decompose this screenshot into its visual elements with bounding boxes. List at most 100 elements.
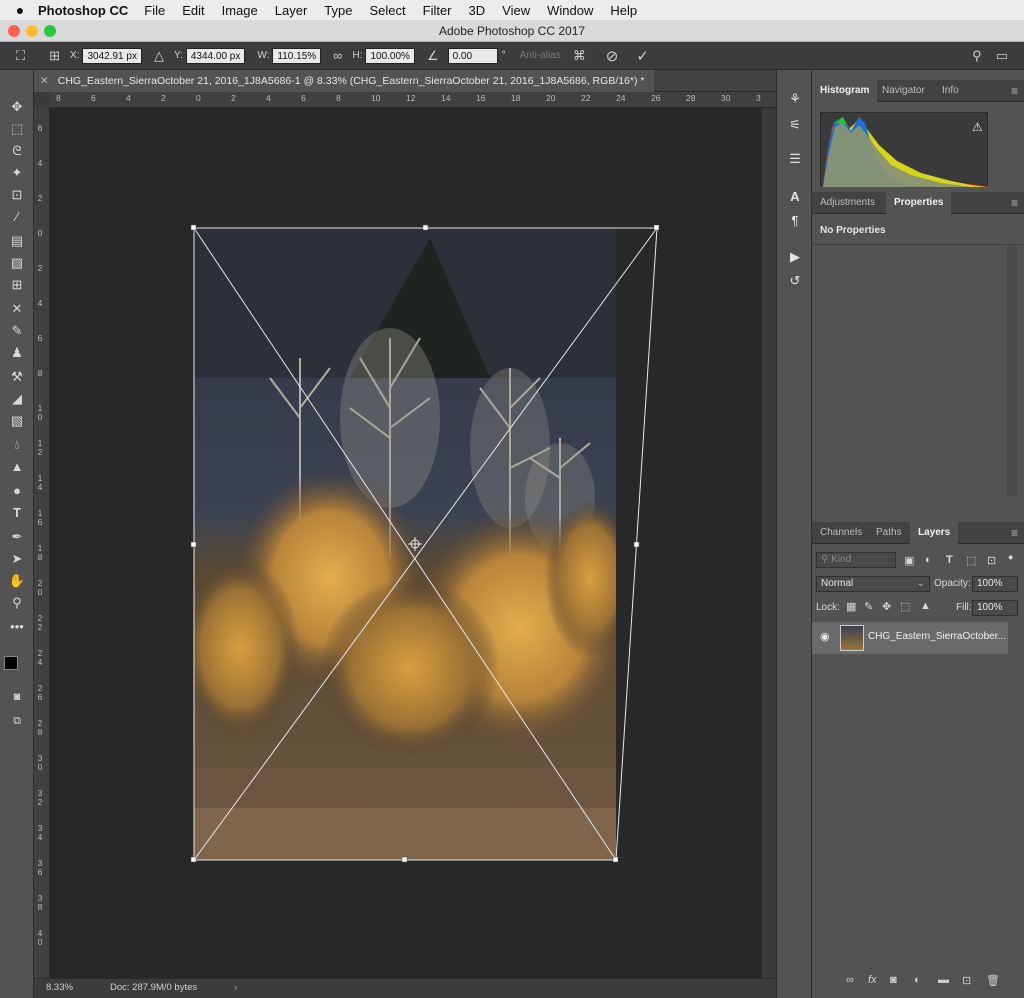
close-tab-icon[interactable]: ✕	[40, 75, 49, 87]
layer-name[interactable]: CHG_Eastern_SierraOctober...	[868, 631, 1006, 642]
new-adjustment-layer-icon[interactable]: ◐	[914, 974, 921, 986]
hand-tool-icon[interactable]: ✋	[6, 572, 28, 590]
more-tools-icon[interactable]: •••	[6, 618, 28, 636]
antialias-checkbox[interactable]: Anti-alias	[520, 50, 561, 61]
panel-menu-icon[interactable]: ≡	[1011, 192, 1018, 214]
apple-icon[interactable]: ●	[12, 2, 28, 18]
status-menu-icon[interactable]: ›	[234, 979, 237, 997]
foreground-color-swatch[interactable]	[4, 656, 18, 670]
layer-kind-filter[interactable]: ⚲ Kind	[816, 552, 896, 568]
workspace-icon[interactable]: ▭	[996, 48, 1008, 64]
delete-layer-icon[interactable]: 🗑︎	[986, 974, 1000, 987]
filter-type-icon[interactable]: T	[946, 554, 953, 566]
lock-all-icon[interactable]: ▲	[920, 600, 931, 612]
blur-tool-icon[interactable]: 💧︎	[6, 436, 28, 454]
tab-histogram[interactable]: Histogram	[812, 80, 878, 102]
commit-transform-icon[interactable]: ✓	[636, 47, 649, 65]
menu-type[interactable]: Type	[324, 3, 352, 18]
minimize-window-button[interactable]	[26, 25, 38, 37]
eraser-tool-icon[interactable]: ◢	[6, 390, 28, 408]
width-field[interactable]: 110.15%	[272, 47, 322, 64]
sharpen-tool-icon[interactable]: ▲	[6, 458, 28, 476]
path-selection-tool-icon[interactable]: ➤	[6, 550, 28, 568]
vertical-ruler[interactable]: 6 4 2 0 2 4 6 8 1 0 1 2 1 4 1 6 1 8 2 0 2 2 2 4 2 6 2 8 3 …	[34, 108, 50, 978]
history-icon[interactable]: ↺	[786, 272, 804, 290]
magic-wand-tool-icon[interactable]: ✦	[6, 164, 28, 182]
reference-point-icon[interactable]: ⊞	[49, 48, 60, 64]
x-field[interactable]: 3042.91 px	[82, 47, 142, 64]
menu-select[interactable]: Select	[369, 3, 405, 18]
tab-properties[interactable]: Properties	[886, 192, 952, 214]
layer-row[interactable]: ◉ CHG_Eastern_SierraOctober...	[812, 622, 1008, 654]
tab-channels[interactable]: Channels	[812, 522, 870, 544]
tab-navigator[interactable]: Navigator	[874, 80, 933, 102]
type-tool-icon[interactable]: T	[6, 504, 28, 522]
lock-transparency-icon[interactable]: ▦	[846, 600, 856, 613]
pencil-tool-icon[interactable]: ✎	[6, 322, 28, 340]
blend-mode-select[interactable]: Normal ⌄	[816, 576, 930, 592]
zoom-level[interactable]: 8.33%	[46, 979, 73, 997]
menu-view[interactable]: View	[502, 3, 530, 18]
tool-presets-icon[interactable]: ⚟	[786, 116, 804, 134]
lock-pixels-icon[interactable]: ✎	[864, 600, 873, 613]
layer-style-icon[interactable]: fx	[868, 974, 877, 986]
crop-tool-icon[interactable]: ⊡	[6, 186, 28, 204]
cancel-transform-icon[interactable]: ⊘	[606, 47, 619, 65]
transform-tool-icon[interactable]: ⛶	[16, 48, 25, 64]
filter-toggle-icon[interactable]: ●	[1008, 552, 1013, 562]
opacity-field[interactable]: 100%	[972, 576, 1018, 592]
stamp-tool-icon[interactable]: ⊞	[6, 276, 28, 294]
lock-position-icon[interactable]: ✥	[882, 600, 891, 613]
menu-app-name[interactable]: Photoshop CC	[38, 3, 128, 18]
tab-layers[interactable]: Layers	[910, 522, 959, 544]
layer-comps-icon[interactable]: ☰	[786, 150, 804, 168]
filter-adjustment-icon[interactable]: ◐	[925, 554, 932, 566]
actions-play-icon[interactable]: ▶	[786, 248, 804, 266]
quick-mask-icon[interactable]: ◙	[6, 688, 28, 706]
fill-field[interactable]: 100%	[972, 600, 1018, 616]
pen-tool-icon[interactable]: ✒	[6, 528, 28, 546]
history-brush-tool-icon[interactable]: ✕	[6, 300, 28, 318]
new-group-icon[interactable]: ▬	[938, 974, 949, 986]
document-tab[interactable]: ✕ CHG_Eastern_SierraOctober 21, 2016_1J8…	[34, 70, 655, 92]
warp-mode-icon[interactable]: ⌘	[573, 48, 586, 64]
panel-menu-icon[interactable]: ≡	[1011, 522, 1018, 544]
zoom-tool-icon[interactable]: ⚲	[6, 594, 28, 612]
horizontal-ruler[interactable]: 8 6 4 2 0 2 4 6 8 10 12 14 16 18 20 22 24 26 28 30 3	[50, 92, 776, 108]
menu-file[interactable]: File	[144, 3, 165, 18]
gradient-tool-icon[interactable]: ▧	[6, 412, 28, 430]
filter-smart-object-icon[interactable]: ⊡	[987, 554, 996, 567]
screen-mode-icon[interactable]: ⧉	[6, 712, 28, 730]
tab-paths[interactable]: Paths	[868, 522, 910, 544]
menu-help[interactable]: Help	[610, 3, 637, 18]
dodge-tool-icon[interactable]: ●	[6, 482, 28, 500]
document-canvas[interactable]	[50, 108, 762, 978]
menu-layer[interactable]: Layer	[275, 3, 308, 18]
angle-field[interactable]: 0.00	[447, 47, 498, 64]
lasso-tool-icon[interactable]: ᘓ	[6, 142, 28, 160]
panel-menu-icon[interactable]: ≡	[1011, 80, 1018, 102]
menu-window[interactable]: Window	[547, 3, 593, 18]
menu-image[interactable]: Image	[222, 3, 258, 18]
brush-presets-icon[interactable]: ⚘	[786, 90, 804, 108]
healing-brush-tool-icon[interactable]: ▤	[6, 232, 28, 250]
link-icon[interactable]: ∞	[333, 48, 342, 63]
move-tool-icon[interactable]: ✥	[6, 98, 28, 116]
canvas-scrollbar[interactable]	[762, 108, 776, 978]
add-mask-icon[interactable]: ◙	[890, 974, 897, 986]
marquee-tool-icon[interactable]: ⬚	[6, 120, 28, 138]
mixer-brush-tool-icon[interactable]: ⚒	[6, 368, 28, 386]
ruler-origin[interactable]	[34, 92, 50, 108]
clone-stamp-tool-icon[interactable]: ♟	[6, 344, 28, 362]
filter-shape-icon[interactable]: ⬚	[966, 554, 976, 567]
relative-position-icon[interactable]: △	[154, 48, 164, 64]
menu-edit[interactable]: Edit	[182, 3, 204, 18]
y-field[interactable]: 4344.00 px	[185, 47, 246, 64]
eye-visibility-icon[interactable]: ◉	[820, 630, 830, 643]
height-field[interactable]: 100.00%	[365, 47, 415, 64]
filter-pixel-icon[interactable]: ▣	[904, 554, 914, 567]
character-icon[interactable]: A	[786, 188, 804, 206]
tab-info[interactable]: Info	[934, 80, 967, 102]
search-icon[interactable]: ⚲	[972, 48, 982, 64]
link-layers-icon[interactable]: ∞	[846, 974, 854, 986]
